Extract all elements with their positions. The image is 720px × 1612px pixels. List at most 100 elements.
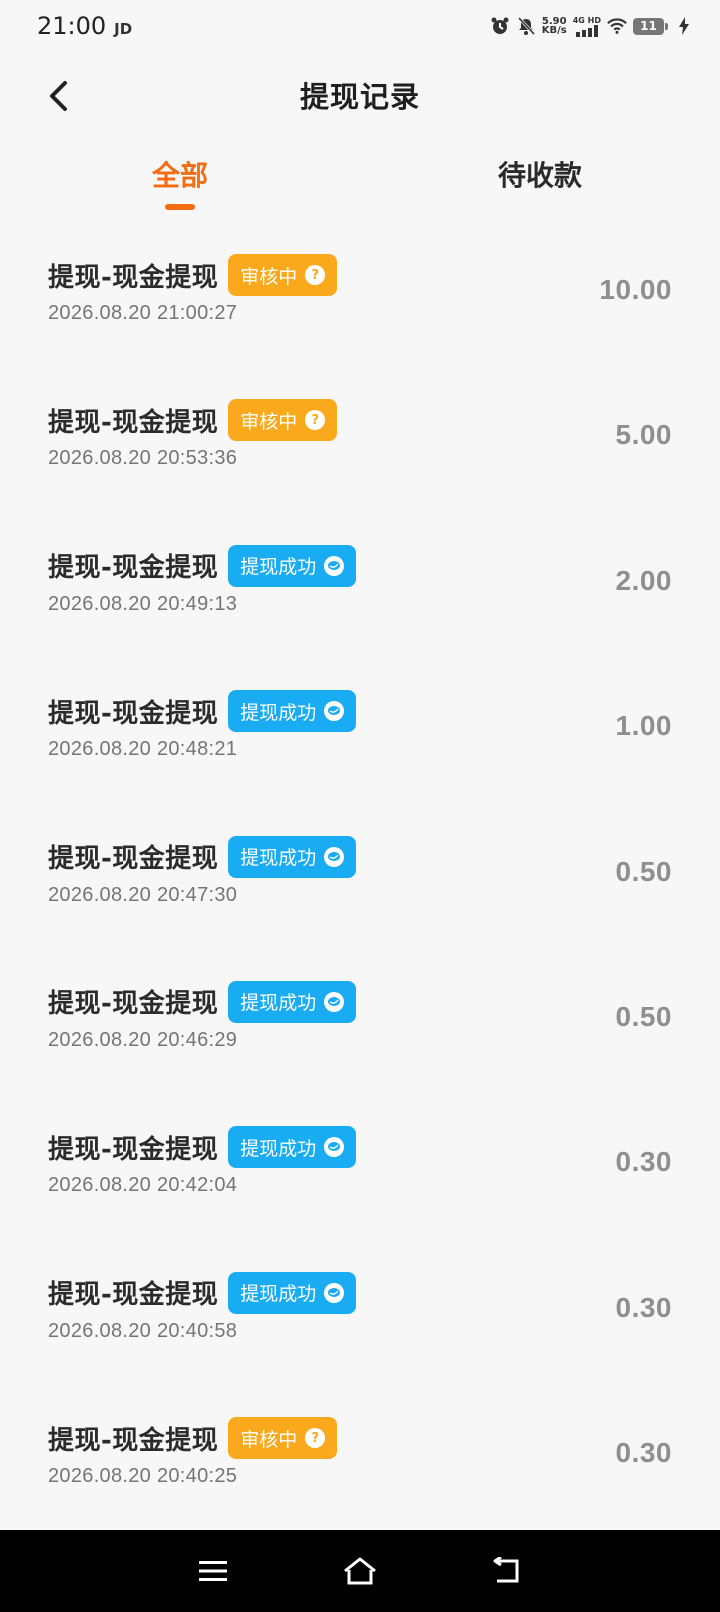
record-title-row: 提现-现金提现 提现成功 <box>48 1271 357 1314</box>
record-time: 2026.08.20 20:42:04 <box>48 1174 238 1197</box>
status-text: 提现成功 <box>240 992 317 1015</box>
record-row[interactable]: 提现-现金提现 提现成功 2026.08.20 20:48:21 1.00 <box>0 656 720 801</box>
record-amount: 0.50 <box>615 855 672 887</box>
tab-indicator <box>525 204 555 210</box>
record-amount: 0.30 <box>615 1437 672 1469</box>
record-title: 提现-现金提现 <box>48 1425 219 1456</box>
status-badge: 审核中? <box>228 399 338 442</box>
system-nav-bar <box>0 1530 720 1612</box>
back-button[interactable] <box>36 74 80 118</box>
record-title: 提现-现金提现 <box>48 1280 219 1311</box>
record-title-row: 提现-现金提现 提现成功 <box>48 690 357 733</box>
record-time: 2026.08.20 21:00:27 <box>48 302 238 324</box>
record-time: 2026.08.20 20:47:30 <box>48 883 238 906</box>
status-text: 提现成功 <box>240 556 317 579</box>
status-text: 审核中 <box>240 265 298 288</box>
wifi-icon <box>607 16 627 36</box>
chat-bubble-icon <box>324 991 345 1012</box>
record-row[interactable]: 提现-现金提现 提现成功 2026.08.20 20:40:58 0.30 <box>0 1238 720 1383</box>
record-title-row: 提现-现金提现 提现成功 <box>48 544 357 587</box>
tab-label: 待收款 <box>497 159 582 192</box>
battery-level: 11 <box>633 17 664 35</box>
record-time: 2026.08.20 20:53:36 <box>48 447 238 470</box>
status-text: 审核中 <box>240 410 298 433</box>
cell-signal: 4G HD <box>573 16 601 37</box>
nav-back-button[interactable] <box>477 1541 537 1601</box>
chat-bubble-icon <box>324 701 345 722</box>
tab-all[interactable]: 全部 <box>0 140 360 216</box>
record-title: 提现-现金提现 <box>48 989 219 1020</box>
record-title: 提现-现金提现 <box>48 553 219 584</box>
record-title-row: 提现-现金提现 提现成功 <box>48 835 357 878</box>
record-time: 2026.08.20 20:46:29 <box>48 1028 238 1051</box>
tab-active-indicator <box>165 204 195 210</box>
record-title-row: 提现-现金提现 审核中? <box>48 254 338 296</box>
nav-home-button[interactable] <box>330 1541 390 1601</box>
status-badge: 提现成功 <box>228 544 357 587</box>
record-amount: 0.30 <box>615 1291 672 1323</box>
record-row[interactable]: 提现-现金提现 提现成功 2026.08.20 20:49:13 2.00 <box>0 511 720 656</box>
net-speed: 5.90 KB/s <box>541 17 567 36</box>
question-icon: ? <box>305 410 326 431</box>
status-carrier: JD <box>114 20 133 38</box>
record-row[interactable]: 提现-现金提现 审核中? 2026.08.20 20:53:36 5.00 <box>0 365 720 510</box>
status-text: 提现成功 <box>240 847 317 870</box>
status-text: 提现成功 <box>240 1283 317 1306</box>
menu-icon <box>199 1561 228 1581</box>
tab-label: 全部 <box>151 159 208 192</box>
record-title-row: 提现-现金提现 审核中? <box>48 1417 338 1460</box>
chevron-left-icon <box>50 81 67 111</box>
record-title-row: 提现-现金提现 提现成功 <box>48 980 357 1023</box>
record-title: 提现-现金提现 <box>48 262 219 293</box>
record-row[interactable]: 提现-现金提现 审核中? 2026.08.20 20:40:25 0.30 <box>0 1383 720 1528</box>
record-time: 2026.08.20 20:49:13 <box>48 592 238 615</box>
alarm-icon <box>490 16 510 36</box>
record-row[interactable]: 提现-现金提现 提现成功 2026.08.20 20:47:30 0.50 <box>0 802 720 947</box>
status-badge: 审核中? <box>228 1417 338 1460</box>
record-row[interactable]: 提现-现金提现 提现成功 2026.08.20 20:46:29 0.50 <box>0 947 720 1092</box>
back-arrow-icon <box>493 1557 519 1583</box>
record-title-row: 提现-现金提现 提现成功 <box>48 1126 357 1169</box>
page-title: 提现记录 <box>299 80 420 114</box>
record-amount: 0.30 <box>615 1146 672 1178</box>
signal-bars-icon <box>575 24 598 37</box>
record-amount: 0.50 <box>615 1000 672 1032</box>
record-amount: 10.00 <box>599 274 672 305</box>
status-text: 提现成功 <box>240 701 317 724</box>
chat-bubble-icon <box>324 555 345 576</box>
status-text: 提现成功 <box>240 1137 317 1160</box>
tab-pending-receipt[interactable]: 待收款 <box>360 140 720 216</box>
battery-icon: 11 <box>633 17 668 35</box>
record-time: 2026.08.20 20:40:58 <box>48 1319 238 1342</box>
net-speed-unit: KB/s <box>541 25 567 36</box>
mute-bell-icon <box>516 16 536 36</box>
status-badge: 提现成功 <box>228 1126 357 1169</box>
status-badge: 提现成功 <box>228 1271 357 1314</box>
record-amount: 1.00 <box>615 710 672 742</box>
record-time: 2026.08.20 20:40:25 <box>48 1465 238 1488</box>
nav-menu-button[interactable] <box>183 1541 243 1601</box>
status-badge: 提现成功 <box>228 980 357 1023</box>
status-time: 21:00 <box>37 12 107 40</box>
record-amount: 2.00 <box>615 564 672 596</box>
status-left: 21:00 JD <box>37 12 132 40</box>
record-title-row: 提现-现金提现 审核中? <box>48 399 338 442</box>
network-label: 4G HD <box>572 15 601 25</box>
record-title: 提现-现金提现 <box>48 698 219 729</box>
tab-bar: 全部 待收款 <box>0 140 720 216</box>
question-icon: ? <box>305 265 326 285</box>
record-row[interactable]: 提现-现金提现 提现成功 2026.08.20 20:42:04 0.30 <box>0 1092 720 1237</box>
charging-bolt-icon <box>674 16 694 36</box>
withdrawal-record-list: 提现-现金提现 审核中? 2026.08.20 21:00:27 10.00 提现-现金… <box>0 220 720 1529</box>
record-row[interactable]: 提现-现金提现 审核中? 2026.08.20 21:00:27 10.00 <box>0 220 720 365</box>
page-header: 提现记录 <box>0 52 720 138</box>
record-title: 提现-现金提现 <box>48 1134 219 1165</box>
chat-bubble-icon <box>324 846 345 867</box>
home-icon <box>344 1557 376 1585</box>
record-title: 提现-现金提现 <box>48 844 219 875</box>
record-amount: 5.00 <box>615 419 672 451</box>
status-bar: 21:00 JD 5.90 KB/s 4G HD 11 <box>0 0 720 52</box>
status-badge: 提现成功 <box>228 835 357 878</box>
status-badge: 审核中? <box>228 254 338 296</box>
record-title: 提现-现金提现 <box>48 407 219 438</box>
